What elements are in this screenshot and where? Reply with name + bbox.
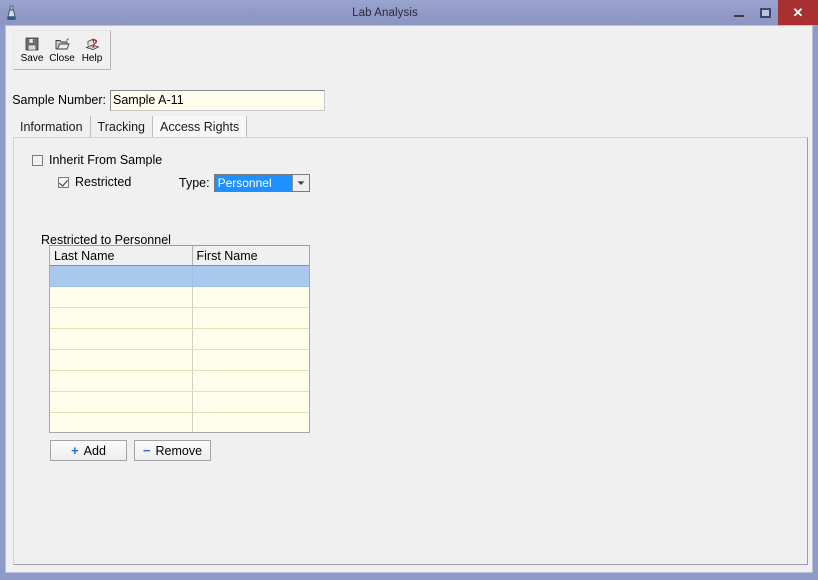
sample-number-row: Sample Number: — [6, 88, 812, 112]
cell-last-name[interactable] — [50, 391, 193, 413]
maximize-icon — [759, 7, 771, 18]
cell-first-name[interactable] — [192, 307, 309, 329]
window-title: Lab Analysis — [352, 6, 418, 19]
close-toolbar-button-label: Close — [49, 53, 75, 64]
cell-first-name[interactable] — [192, 328, 309, 350]
cell-last-name[interactable] — [50, 370, 193, 392]
tab-strip: Information Tracking Access Rights — [13, 116, 808, 138]
sample-number-input[interactable] — [110, 89, 325, 111]
save-button[interactable]: Save — [17, 33, 47, 67]
type-dropdown[interactable]: Personnel — [213, 174, 310, 192]
remove-button[interactable]: − Remove — [134, 440, 211, 461]
cell-last-name[interactable] — [50, 412, 193, 432]
save-button-label: Save — [20, 53, 44, 64]
restricted-checkbox[interactable] — [58, 176, 69, 188]
cell-last-name[interactable] — [50, 328, 193, 350]
access-rights-panel: Inherit From Sample Restricted Type: Per… — [13, 137, 808, 565]
cell-last-name[interactable] — [50, 265, 193, 287]
cell-first-name[interactable] — [192, 391, 309, 413]
cell-first-name[interactable] — [192, 265, 309, 287]
help-button-label: Help — [81, 53, 103, 64]
flask-icon — [0, 0, 22, 25]
minus-icon: − — [142, 443, 151, 458]
close-toolbar-button[interactable]: Close — [47, 33, 77, 67]
maximize-button[interactable] — [752, 0, 778, 25]
personnel-table-body — [50, 265, 309, 432]
cell-first-name[interactable] — [192, 370, 309, 392]
column-header-first-name[interactable]: First Name — [192, 246, 309, 266]
minimize-button[interactable] — [726, 0, 752, 25]
table-row[interactable] — [50, 265, 309, 287]
client-area: Save Close Help Sample Number: Sample A-… — [5, 25, 813, 573]
type-label: Type: — [179, 176, 210, 190]
application-window: Lab Analysis ✕ Save Close Help Sample Nu… — [0, 0, 818, 580]
close-button[interactable]: ✕ — [778, 0, 818, 25]
cell-first-name[interactable] — [192, 349, 309, 371]
help-button[interactable]: Help — [77, 33, 107, 67]
cell-first-name[interactable] — [192, 412, 309, 432]
type-dropdown-value: Personnel — [214, 175, 292, 191]
table-row[interactable] — [50, 286, 309, 308]
restricted-label: Restricted — [75, 175, 132, 189]
inherit-from-sample-label: Inherit From Sample — [49, 153, 163, 167]
table-row[interactable] — [50, 412, 309, 432]
remove-button-label: Remove — [155, 443, 203, 458]
tab-information[interactable]: Information — [13, 116, 91, 137]
tab-tracking[interactable]: Tracking — [90, 116, 153, 137]
personnel-table: Last Name First Name — [50, 246, 309, 432]
table-row[interactable] — [50, 349, 309, 371]
sample-number-label: Sample Number: — [12, 93, 106, 107]
add-button[interactable]: + Add — [50, 440, 127, 461]
floppy-disk-icon — [25, 35, 39, 52]
minimize-icon — [734, 15, 744, 17]
type-row: Type: Personnel — [179, 174, 310, 192]
column-header-last-name[interactable]: Last Name — [50, 246, 193, 266]
cell-last-name[interactable] — [50, 286, 193, 308]
open-folder-icon — [55, 35, 70, 52]
table-row[interactable] — [50, 328, 309, 350]
table-row[interactable] — [50, 307, 309, 329]
toolbar: Save Close Help — [13, 30, 111, 70]
inherit-from-sample-row[interactable]: Inherit From Sample — [32, 153, 162, 167]
table-header-row: Last Name First Name — [50, 246, 309, 266]
restricted-row[interactable]: Restricted — [58, 175, 131, 189]
window-controls: ✕ — [726, 0, 818, 25]
cell-last-name[interactable] — [50, 307, 193, 329]
cell-last-name[interactable] — [50, 349, 193, 371]
inherit-from-sample-checkbox[interactable] — [32, 154, 43, 166]
add-button-label: Add — [83, 443, 106, 458]
title-bar: Lab Analysis ✕ — [0, 0, 818, 25]
table-row[interactable] — [50, 391, 309, 413]
table-actions: + Add − Remove — [50, 440, 211, 461]
table-row[interactable] — [50, 370, 309, 392]
help-book-icon — [84, 35, 100, 52]
plus-icon: + — [71, 443, 79, 458]
cell-first-name[interactable] — [192, 286, 309, 308]
tab-access-rights[interactable]: Access Rights — [153, 116, 248, 137]
chevron-down-icon[interactable] — [291, 175, 309, 191]
personnel-table-container[interactable]: Last Name First Name — [49, 245, 310, 433]
